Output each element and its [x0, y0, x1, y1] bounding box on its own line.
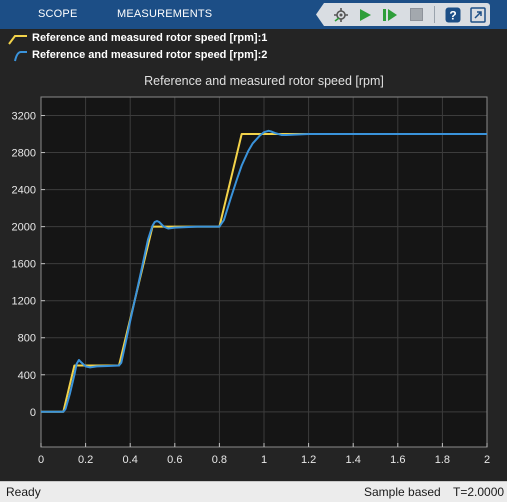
legend-label-2: Reference and measured rotor speed [rpm]…	[32, 49, 268, 61]
status-bar: Ready Sample based T=2.0000	[0, 481, 507, 502]
toolbar-divider	[434, 6, 435, 23]
y-tick-label: 400	[18, 370, 36, 382]
legend-item-1[interactable]: Reference and measured rotor speed [rpm]…	[8, 31, 267, 45]
legend-swatch-1	[8, 35, 27, 45]
x-tick-label: 0.6	[167, 454, 182, 466]
x-tick-label: 0.8	[212, 454, 227, 466]
help-icon[interactable]: ?	[444, 6, 461, 23]
tab-scope[interactable]: SCOPE	[38, 0, 78, 29]
y-tick-label: 1600	[12, 259, 36, 271]
x-tick-label: 1	[261, 454, 267, 466]
x-tick-label: 0.2	[78, 454, 93, 466]
scope-axes[interactable]: Reference and measured rotor speed [rpm]…	[0, 67, 507, 481]
y-tick-label: 2000	[12, 222, 36, 234]
y-tick-label: 2800	[12, 148, 36, 160]
toolbar: ?	[316, 3, 490, 26]
x-tick-label: 2	[484, 454, 490, 466]
toolstrip: SCOPE MEASUREMENTS ?	[0, 0, 507, 29]
step-forward-icon[interactable]	[381, 6, 398, 23]
run-icon[interactable]	[356, 6, 373, 23]
chart-title: Reference and measured rotor speed [rpm]	[144, 74, 384, 88]
x-tick-label: 1.6	[390, 454, 405, 466]
y-tick-label: 2400	[12, 185, 36, 197]
x-tick-label: 0	[38, 454, 44, 466]
legend-label-1: Reference and measured rotor speed [rpm]…	[32, 32, 268, 44]
step-back-icon[interactable]	[332, 6, 349, 23]
x-tick-label: 0.4	[123, 454, 138, 466]
status-ready: Ready	[6, 485, 41, 499]
x-tick-label: 1.2	[301, 454, 316, 466]
status-sample-mode: Sample based	[364, 485, 441, 499]
y-tick-label: 1200	[12, 296, 36, 308]
y-tick-label: 0	[30, 407, 36, 419]
y-tick-label: 3200	[12, 111, 36, 123]
y-tick-label: 800	[18, 333, 36, 345]
x-tick-label: 1.4	[346, 454, 361, 466]
x-tick-label: 1.8	[435, 454, 450, 466]
legend-swatch-2	[14, 51, 27, 62]
status-time: T=2.0000	[453, 485, 505, 499]
tab-measurements[interactable]: MEASUREMENTS	[117, 0, 212, 29]
legend-item-2[interactable]: Reference and measured rotor speed [rpm]…	[14, 48, 267, 62]
legend: Reference and measured rotor speed [rpm]…	[0, 29, 507, 67]
stop-icon[interactable]	[408, 6, 425, 23]
svg-text:?: ?	[449, 8, 456, 22]
undock-icon[interactable]	[469, 6, 486, 23]
